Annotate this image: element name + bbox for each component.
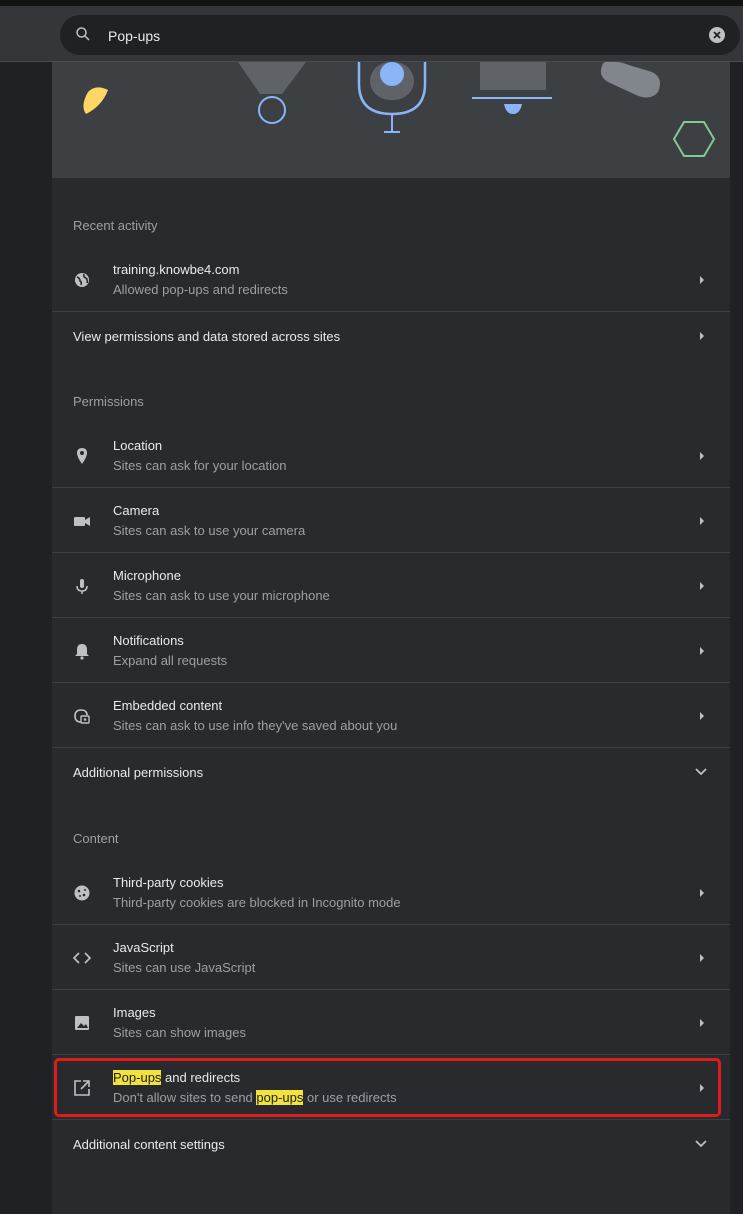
additional-permissions-label: Additional permissions xyxy=(73,765,204,780)
content-title: JavaScript xyxy=(113,940,174,955)
content-description: Sites can use JavaScript xyxy=(113,960,256,975)
arrow-right-icon xyxy=(700,517,704,525)
illustration-graphic xyxy=(83,62,716,157)
search-input[interactable] xyxy=(106,23,690,49)
chevron-down-icon xyxy=(695,1140,707,1148)
content-row-third-party-cookies[interactable]: Third-party cookies Third-party cookies … xyxy=(52,860,730,925)
arrow-right-icon xyxy=(700,1019,704,1027)
search-highlight: pop-ups xyxy=(256,1090,304,1105)
content-title: Images xyxy=(113,1005,156,1020)
permission-description: Expand all requests xyxy=(113,653,228,668)
search-icon xyxy=(76,27,90,41)
permission-title: Camera xyxy=(113,503,160,518)
permission-title: Notifications xyxy=(113,633,184,648)
top-toolbar xyxy=(0,0,743,62)
content-row-popups-and-redirects[interactable]: Pop-ups and redirects Don't allow sites … xyxy=(52,1055,730,1120)
image-icon xyxy=(75,1016,89,1030)
left-sidebar xyxy=(0,62,52,1214)
arrow-right-icon xyxy=(700,647,704,655)
permission-row-location[interactable]: Location Sites can ask for your location xyxy=(52,423,730,488)
permission-row-notifications[interactable]: Notifications Expand all requests xyxy=(52,618,730,683)
arrow-right-icon xyxy=(700,582,704,590)
recent-site-description: Allowed pop-ups and redirects xyxy=(113,282,288,297)
permission-row-camera[interactable]: Camera Sites can ask to use your camera xyxy=(52,488,730,553)
search-highlight: Pop-ups xyxy=(113,1070,162,1085)
arrow-right-icon xyxy=(700,452,704,460)
permission-description: Sites can ask to use your microphone xyxy=(113,588,330,603)
code-icon xyxy=(72,952,92,964)
popups-desc-before: Don't allow sites to send xyxy=(113,1090,257,1105)
additional-permissions-row[interactable]: Additional permissions xyxy=(52,748,730,796)
permission-title: Embedded content xyxy=(113,698,223,713)
right-margin xyxy=(730,62,743,1214)
arrow-right-icon xyxy=(700,1084,704,1092)
camera-icon xyxy=(74,517,90,526)
privacy-illustration xyxy=(52,62,730,178)
chevron-down-icon xyxy=(695,768,707,776)
globe-icon xyxy=(75,273,89,287)
settings-panel: Recent activity training.knowbe4.com All… xyxy=(52,62,730,1214)
recent-site-title: training.knowbe4.com xyxy=(113,262,240,277)
arrow-right-icon xyxy=(700,954,704,962)
permission-title: Microphone xyxy=(113,568,181,583)
view-permissions-label: View permissions and data stored across … xyxy=(73,329,341,344)
permission-title: Location xyxy=(113,438,163,453)
additional-content-settings-label: Additional content settings xyxy=(73,1137,225,1152)
content-description: Sites can show images xyxy=(113,1025,246,1040)
additional-content-settings-row[interactable]: Additional content settings xyxy=(52,1120,730,1168)
cookie-icon xyxy=(74,885,90,901)
content-description: Third-party cookies are blocked in Incog… xyxy=(113,895,401,910)
popups-description: Don't allow sites to send pop-ups or use… xyxy=(113,1090,397,1105)
arrow-right-icon xyxy=(700,332,704,340)
popups-title: Pop-ups and redirects xyxy=(113,1070,240,1085)
open-in-new-icon xyxy=(74,1080,90,1096)
settings-search-box xyxy=(60,15,740,55)
content-row-images[interactable]: Images Sites can show images xyxy=(52,990,730,1055)
location-pin-icon xyxy=(77,448,87,464)
content-title: Third-party cookies xyxy=(113,875,224,890)
permission-row-embedded-content[interactable]: Embedded content Sites can ask to use in… xyxy=(52,683,730,748)
view-permissions-row[interactable]: View permissions and data stored across … xyxy=(52,312,730,360)
permissions-heading: Permissions xyxy=(73,394,144,409)
arrow-right-icon xyxy=(700,889,704,897)
arrow-right-icon xyxy=(700,276,704,284)
clear-search-icon[interactable] xyxy=(708,26,726,44)
recent-activity-heading: Recent activity xyxy=(73,218,158,233)
microphone-icon xyxy=(76,579,88,594)
permission-description: Sites can ask for your location xyxy=(113,458,287,473)
permission-description: Sites can ask to use info they've saved … xyxy=(113,718,398,733)
content-row-javascript[interactable]: JavaScript Sites can use JavaScript xyxy=(52,925,730,990)
popups-title-rest: and redirects xyxy=(161,1070,241,1085)
arrow-right-icon xyxy=(700,712,704,720)
recent-site-row[interactable]: training.knowbe4.com Allowed pop-ups and… xyxy=(52,248,730,312)
content-heading: Content xyxy=(73,831,119,846)
permission-description: Sites can ask to use your camera xyxy=(113,523,306,538)
bell-icon xyxy=(75,644,89,660)
permission-row-microphone[interactable]: Microphone Sites can ask to use your mic… xyxy=(52,553,730,618)
popups-desc-after: or use redirects xyxy=(303,1090,397,1105)
embedded-content-icon xyxy=(74,709,90,724)
